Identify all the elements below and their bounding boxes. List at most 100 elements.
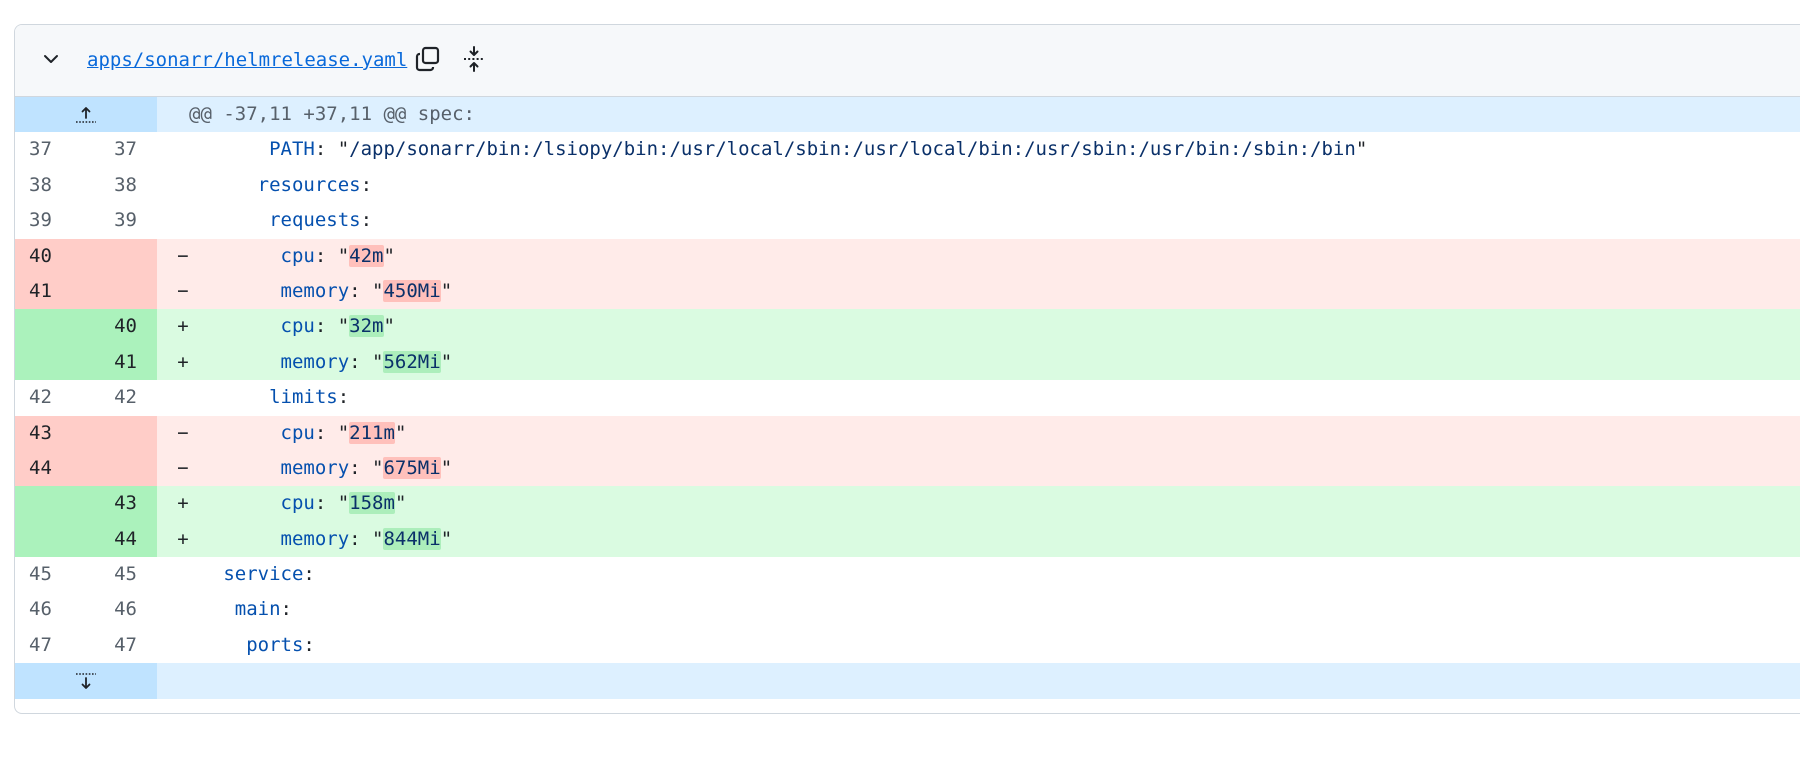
old-line-number[interactable]: 38 [15, 168, 86, 203]
yaml-key: requests [269, 209, 361, 232]
new-line-number[interactable] [86, 273, 157, 310]
new-line-number[interactable]: 43 [86, 486, 157, 522]
yaml-separator: : " [314, 421, 350, 444]
new-line-number[interactable]: 37 [86, 132, 157, 167]
yaml-quote-end: " [394, 492, 407, 515]
old-line-number[interactable]: 41 [15, 273, 86, 310]
expand-bottom-spacer [157, 663, 1800, 699]
yaml-separator: : " [314, 138, 350, 161]
yaml-key: PATH [269, 138, 315, 161]
yaml-separator: : [303, 633, 315, 656]
diff-body: @@ -37,11 +37,11 @@ spec: 37 37 PATH: "/a… [15, 97, 1800, 699]
yaml-value: 32m [349, 315, 384, 338]
expand-up-button[interactable] [15, 97, 157, 133]
new-line-number[interactable] [86, 415, 157, 451]
yaml-key: cpu [280, 492, 315, 515]
diff-line-add: 41 + memory: "562Mi" [15, 344, 1800, 381]
expand-down-button[interactable] [15, 663, 157, 699]
file-path-link[interactable]: apps/sonarr/helmrelease.yaml [87, 49, 407, 71]
code-content: cpu: "32m" [189, 309, 395, 344]
new-line-number[interactable]: 41 [86, 344, 157, 381]
hunk-header-text: @@ -37,11 +37,11 @@ spec: [157, 97, 1800, 133]
yaml-key: ports [246, 633, 304, 656]
code-line: + memory: "562Mi" [157, 344, 1800, 381]
yaml-value: 675Mi [383, 456, 441, 479]
yaml-key: service [223, 563, 304, 586]
old-line-number[interactable] [15, 309, 86, 345]
new-line-number[interactable]: 40 [86, 309, 157, 345]
copy-icon[interactable] [412, 43, 444, 75]
code-line: + memory: "844Mi" [157, 521, 1800, 558]
old-line-number[interactable]: 43 [15, 415, 86, 451]
old-line-number[interactable]: 37 [15, 132, 86, 167]
diff-line-del: 43 − cpu: "211m" [15, 415, 1800, 451]
yaml-value: 42m [349, 244, 384, 267]
file-header: apps/sonarr/helmrelease.yaml [15, 25, 1800, 97]
yaml-quote-end: " [440, 456, 453, 479]
old-line-number[interactable] [15, 521, 86, 558]
yaml-key: memory [280, 527, 350, 550]
code-content: requests: [189, 203, 372, 238]
diff-line-ctx: 45 45 service: [15, 557, 1800, 592]
code-content: resources: [189, 168, 372, 203]
new-line-number[interactable]: 38 [86, 168, 157, 203]
yaml-quote-end: " [1355, 138, 1368, 161]
yaml-separator: : " [314, 492, 350, 515]
old-line-number[interactable]: 44 [15, 450, 86, 487]
new-line-number[interactable]: 42 [86, 380, 157, 415]
expand-all-icon[interactable] [458, 43, 490, 75]
new-line-number[interactable]: 46 [86, 592, 157, 627]
code-content: PATH: "/app/sonarr/bin:/lsiopy/bin:/usr/… [189, 132, 1367, 167]
yaml-quote-end: " [394, 421, 407, 444]
diff-line-del: 44 − memory: "675Mi" [15, 450, 1800, 487]
diff-line-add: 40 + cpu: "32m" [15, 309, 1800, 345]
diff-line-ctx: 42 42 limits: [15, 380, 1800, 415]
old-line-number[interactable]: 42 [15, 380, 86, 415]
yaml-key: cpu [280, 315, 315, 338]
old-line-number[interactable] [15, 486, 86, 522]
yaml-key: memory [280, 350, 350, 373]
chevron-down-icon[interactable] [39, 47, 63, 71]
expand-down-icon [76, 673, 96, 689]
yaml-separator: : [360, 209, 373, 232]
code-content: main: [189, 592, 292, 627]
yaml-separator: : " [349, 350, 384, 373]
code-content: ports: [189, 628, 315, 663]
old-line-number[interactable]: 40 [15, 238, 86, 274]
diff-line-ctx: 46 46 main: [15, 592, 1800, 627]
diff-line-ctx: 38 38 resources: [15, 168, 1800, 203]
code-line: service: [157, 557, 1800, 592]
yaml-quote-end: " [440, 527, 453, 550]
old-line-number[interactable]: 39 [15, 203, 86, 238]
expand-bottom-row [15, 663, 1800, 699]
code-line: − memory: "675Mi" [157, 450, 1800, 487]
new-line-number[interactable] [86, 450, 157, 487]
code-line: requests: [157, 203, 1800, 238]
yaml-key: main [234, 598, 281, 621]
yaml-separator: : " [349, 279, 384, 302]
new-line-number[interactable]: 39 [86, 203, 157, 238]
yaml-value: 450Mi [383, 279, 441, 302]
code-line: − cpu: "42m" [157, 238, 1800, 274]
new-line-number[interactable]: 45 [86, 557, 157, 592]
new-line-number[interactable]: 47 [86, 628, 157, 663]
diff-line-ctx: 37 37 PATH: "/app/sonarr/bin:/lsiopy/bin:… [15, 132, 1800, 167]
yaml-separator: : " [349, 456, 384, 479]
yaml-key: cpu [280, 244, 315, 267]
yaml-quote-end: " [383, 315, 395, 338]
yaml-key: memory [280, 456, 350, 479]
diff-line-ctx: 39 39 requests: [15, 203, 1800, 238]
code-content: cpu: "211m" [189, 416, 406, 451]
yaml-separator: : [303, 563, 315, 586]
yaml-value: 844Mi [383, 527, 441, 550]
old-line-number[interactable] [15, 344, 86, 381]
new-line-number[interactable]: 44 [86, 521, 157, 558]
old-line-number[interactable]: 45 [15, 557, 86, 592]
old-line-number[interactable]: 46 [15, 592, 86, 627]
code-line: − memory: "450Mi" [157, 273, 1800, 310]
new-line-number[interactable] [86, 238, 157, 274]
yaml-value: 211m [349, 421, 395, 444]
diff-line-del: 41 − memory: "450Mi" [15, 273, 1800, 310]
code-content: memory: "844Mi" [189, 522, 452, 557]
old-line-number[interactable]: 47 [15, 628, 86, 663]
